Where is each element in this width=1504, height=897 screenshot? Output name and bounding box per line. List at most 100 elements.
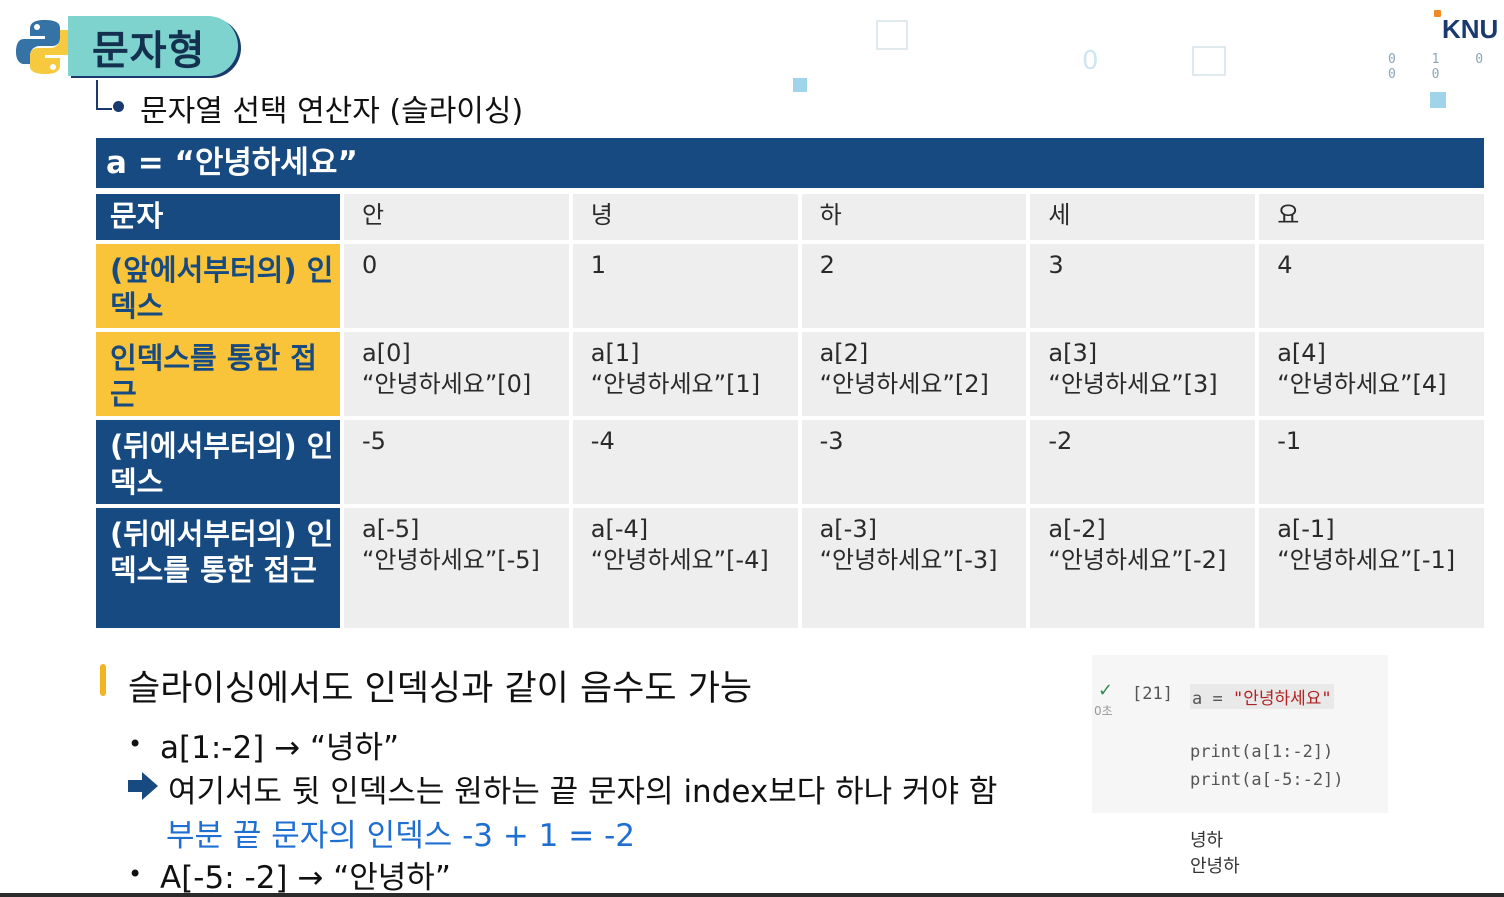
cell-text: -1 — [1277, 427, 1302, 455]
cell-text: 2 — [819, 251, 835, 279]
table-cell: -3 — [801, 420, 1027, 504]
cell-text: a[-2] — [1048, 515, 1106, 543]
row-label: 인덱스를 통한 접근 — [96, 332, 340, 416]
cell-text: “안녕하세요”[4] — [1277, 370, 1447, 398]
cell-number: [21] — [1132, 684, 1173, 704]
arrow-explanation: 여기서도 뒷 인덱스는 원하는 끝 문자의 index보다 하나 커야 함 — [168, 774, 998, 810]
cell-text: “안녕하세요”[2] — [819, 370, 989, 398]
cell-text: a[-1] — [1277, 515, 1335, 543]
row-label: (앞에서부터의) 인덱스 — [96, 244, 340, 328]
cell-text: 녕 — [590, 201, 613, 229]
table-cell: 1 — [572, 244, 798, 328]
row-label: 문자 — [96, 194, 340, 240]
table-cell: a[4] “안녕하세요”[4] — [1259, 332, 1484, 416]
note-item-1: a[1:-2] → “녕하” — [160, 730, 400, 766]
code-line-3: print(a[-5:-2]) — [1190, 770, 1344, 790]
cell-text: 3 — [1048, 251, 1064, 279]
check-icon: ✓ — [1098, 680, 1114, 701]
cell-text: 하 — [819, 201, 842, 229]
table-cell: a[-2] “안녕하세요”[-2] — [1030, 508, 1256, 628]
table-cell: 요 — [1259, 194, 1484, 240]
cell-text: 세 — [1048, 201, 1071, 229]
cell-text: a[-5] — [362, 515, 420, 543]
cell-text: 4 — [1277, 251, 1293, 279]
table-cell: a[1] “안녕하세요”[1] — [572, 332, 798, 416]
table-cell: -5 — [344, 420, 569, 504]
cell-text: “안녕하세요”[-2] — [1048, 546, 1227, 574]
index-table: 문자 안 녕 하 세 요 (앞에서부터의) 인덱스 0 1 2 3 4 인덱스를 통한 접근 a[0] “안… — [96, 194, 1484, 632]
cell-text: “안녕하세요”[-3] — [819, 546, 998, 574]
cell-text: -4 — [590, 427, 615, 455]
table-cell: 녕 — [572, 194, 798, 240]
decor-square-fill — [793, 78, 807, 92]
exec-time: 0초 — [1094, 704, 1113, 718]
row-label: (뒤에서부터의) 인덱스를 통한 접근 — [96, 508, 340, 628]
table-row: (앞에서부터의) 인덱스 0 1 2 3 4 — [96, 244, 1484, 328]
decor-square-outline — [876, 20, 908, 50]
code-string: "안녕하세요" — [1232, 689, 1332, 709]
cell-text: 요 — [1277, 201, 1300, 229]
table-cell: 하 — [801, 194, 1027, 240]
subtitle-bullet-icon — [113, 101, 124, 112]
page-title: 문자형 — [92, 28, 206, 74]
cell-text: “안녕하세요”[-4] — [590, 546, 769, 574]
section-subtitle: 문자열 선택 연산자 (슬라이싱) — [140, 94, 524, 129]
cell-text: 1 — [590, 251, 607, 279]
bottom-edge — [0, 893, 1504, 897]
blue-explanation: 부분 끝 문자의 인덱스 -3 + 1 = -2 — [166, 818, 636, 854]
bullet-dot-icon: • — [128, 860, 143, 888]
table-row: (뒤에서부터의) 인덱스 -5 -4 -3 -2 -1 — [96, 420, 1484, 504]
code-output-1: 녕하 — [1190, 830, 1224, 851]
cell-text: a[0] — [362, 339, 411, 367]
knu-logo-dot-icon — [1434, 10, 1441, 17]
table-row: 인덱스를 통한 접근 a[0] “안녕하세요”[0] a[1] “안녕하세요”[1] a[… — [96, 332, 1484, 416]
decor-square-fill — [1430, 92, 1446, 108]
table-header: a = “안녕하세요” — [96, 138, 1484, 188]
table-cell: a[-4] “안녕하세요”[-4] — [572, 508, 798, 628]
cell-text: a[1] — [590, 339, 640, 367]
note-item-2: A[-5: -2] → “안녕하” — [160, 860, 451, 896]
cell-text: -3 — [819, 427, 844, 455]
cell-text: “안녕하세요”[0] — [362, 370, 532, 398]
cell-text: a[3] — [1048, 339, 1098, 367]
table-cell: 안 — [344, 194, 569, 240]
table-cell: 3 — [1030, 244, 1256, 328]
table-cell: 2 — [801, 244, 1027, 328]
row-label: (뒤에서부터의) 인덱스 — [96, 420, 340, 504]
cell-text: 0 — [362, 251, 378, 279]
table-cell: a[0] “안녕하세요”[0] — [344, 332, 569, 416]
table-row: (뒤에서부터의) 인덱스를 통한 접근 a[-5] “안녕하세요”[-5] a[-4]… — [96, 508, 1484, 628]
table-cell: a[-1] “안녕하세요”[-1] — [1259, 508, 1484, 628]
cell-text: -5 — [362, 427, 386, 455]
table-cell: a[2] “안녕하세요”[2] — [801, 332, 1027, 416]
cell-text: a[-3] — [819, 515, 877, 543]
subtitle-connector — [96, 80, 112, 110]
table-cell: 세 — [1030, 194, 1256, 240]
cell-text: -2 — [1048, 427, 1073, 455]
table-cell: -2 — [1030, 420, 1256, 504]
heading-bullet-icon — [100, 664, 106, 696]
table-row: 문자 안 녕 하 세 요 — [96, 194, 1484, 240]
cell-text: “안녕하세요”[3] — [1048, 370, 1218, 398]
table-cell: a[-3] “안녕하세요”[-3] — [801, 508, 1027, 628]
notes-heading: 슬라이싱에서도 인덱싱과 같이 음수도 가능 — [128, 669, 753, 709]
table-cell: -4 — [572, 420, 798, 504]
cell-text: “안녕하세요”[-5] — [362, 546, 540, 574]
cell-text: a[2] — [819, 339, 869, 367]
table-cell: 0 — [344, 244, 569, 328]
code-var: a = — [1192, 689, 1233, 709]
code-line-1: a = "안녕하세요" — [1190, 684, 1334, 709]
knu-logo: KNU — [1442, 14, 1499, 44]
cell-text: a[-4] — [590, 515, 649, 543]
code-output-2: 안녕하 — [1190, 856, 1240, 877]
decor-square-outline — [1192, 46, 1226, 76]
cell-text: 안 — [362, 201, 385, 229]
cell-text: “안녕하세요”[1] — [590, 370, 761, 398]
code-line-2: print(a[1:-2]) — [1190, 742, 1334, 762]
table-cell: a[3] “안녕하세요”[3] — [1030, 332, 1256, 416]
binary-decoration: 0 1 0 0 0 — [1388, 52, 1498, 82]
cell-text: “안녕하세요”[-1] — [1277, 546, 1456, 574]
table-cell: a[-5] “안녕하세요”[-5] — [344, 508, 569, 628]
bullet-dot-icon: • — [128, 730, 143, 758]
table-cell: 4 — [1259, 244, 1484, 328]
